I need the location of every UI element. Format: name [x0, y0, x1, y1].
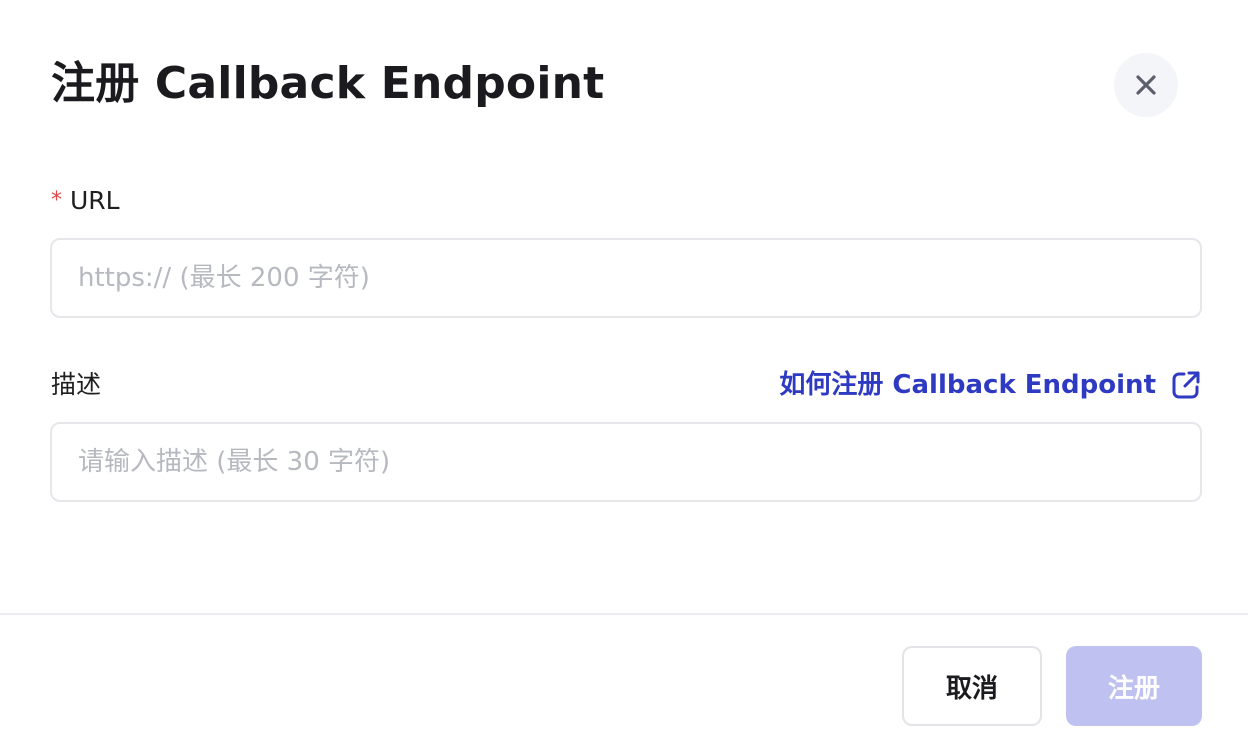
external-link-icon [1170, 369, 1202, 401]
register-button[interactable]: 注册 [1066, 646, 1202, 726]
description-input[interactable] [50, 422, 1202, 502]
required-mark: * [51, 188, 62, 213]
url-input[interactable] [50, 238, 1202, 318]
url-label: * URL [51, 185, 120, 217]
dialog-title: 注册 Callback Endpoint [51, 58, 605, 109]
how-to-register-link[interactable]: 如何注册 Callback Endpoint [779, 366, 1202, 404]
close-icon [1135, 74, 1157, 96]
register-callback-dialog: 注册 Callback Endpoint * URL 描述 如何注册 Callba… [0, 0, 1248, 744]
footer-divider [0, 613, 1248, 615]
close-button[interactable] [1114, 53, 1178, 117]
how-to-register-link-label: 如何注册 Callback Endpoint [779, 370, 1156, 400]
description-label: 描述 [51, 370, 102, 399]
url-label-text: URL [70, 186, 120, 215]
cancel-button[interactable]: 取消 [902, 646, 1042, 726]
